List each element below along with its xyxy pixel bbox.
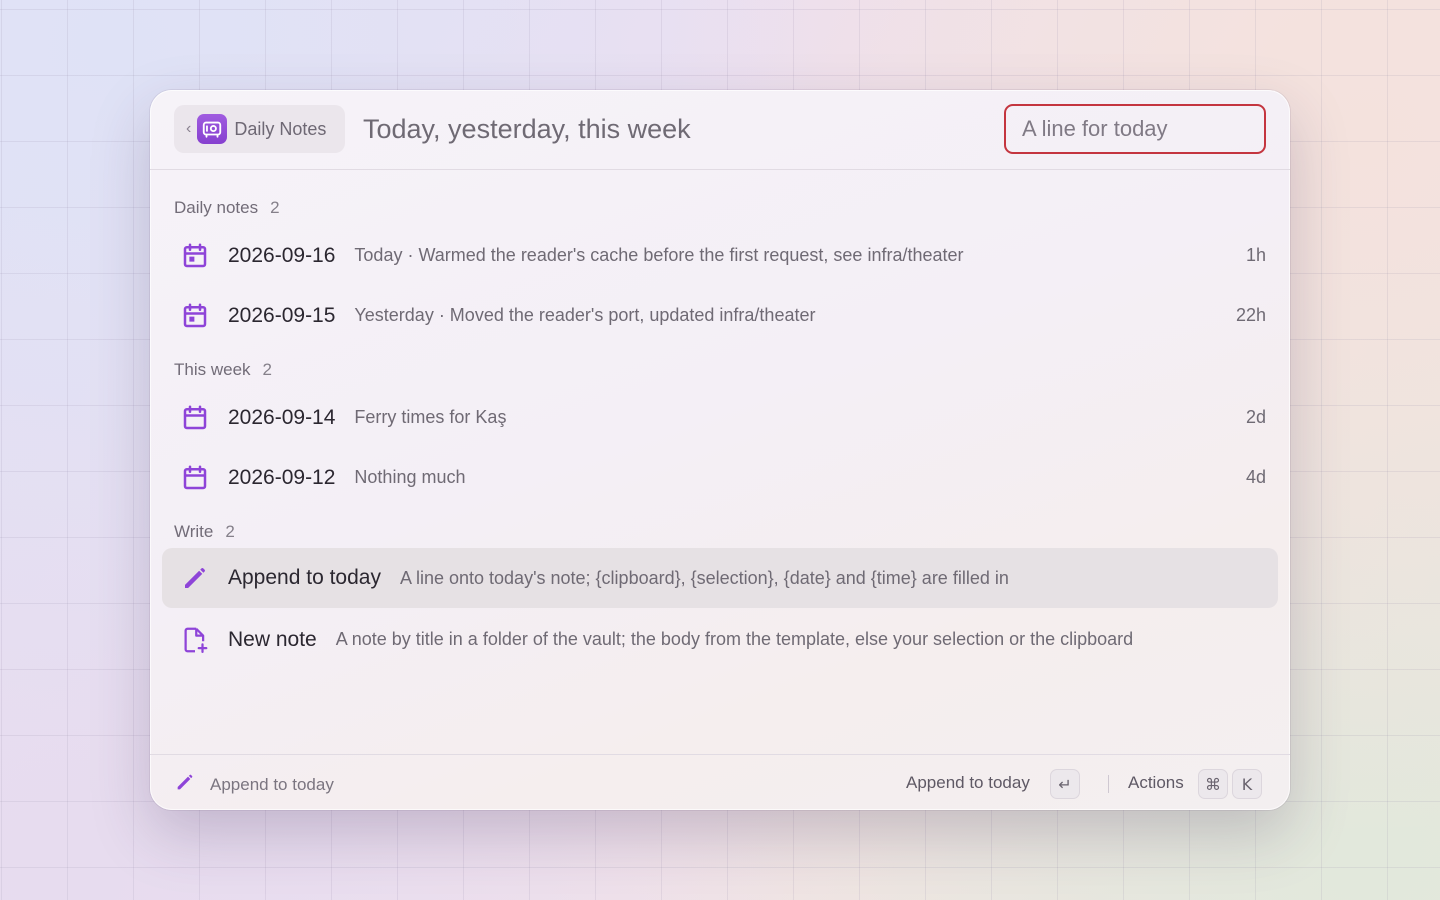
footer-divider: [1108, 775, 1109, 793]
section-label: Daily notes: [174, 198, 259, 217]
item-title: 2026-09-14: [228, 405, 336, 429]
calendar-icon: [178, 239, 212, 273]
calendar-icon: [178, 461, 212, 495]
section-count: 2: [270, 198, 280, 217]
section-header-daily-notes: Daily notes 2: [174, 198, 280, 218]
item-subtitle: Ferry times for Kaş: [354, 407, 507, 427]
section-label: Write: [174, 522, 214, 541]
safe-icon: [197, 114, 228, 144]
pencil-icon: [178, 561, 212, 595]
section-header-write: Write 2: [174, 522, 235, 542]
primary-action-button[interactable]: Append to today: [906, 773, 1030, 793]
new-document-icon: [178, 623, 212, 657]
list-item-selected[interactable]: Append to today A line onto today's note…: [162, 548, 1278, 608]
item-accessory: 2d: [1245, 407, 1266, 427]
launcher-window: ‹ Daily Notes Today, yesterday, this wee…: [150, 90, 1290, 810]
item-title: Append to today: [228, 566, 381, 589]
pencil-icon: [174, 771, 196, 798]
actions-button[interactable]: Actions: [1128, 773, 1184, 793]
action-bar: Append to today Append to today ↵ Action…: [150, 754, 1290, 810]
item-accessory: 4d: [1245, 467, 1266, 487]
extension-name: Daily Notes: [234, 118, 327, 139]
section-header-this-week: This week 2: [174, 360, 272, 380]
command-key-hint: ⌘: [1198, 769, 1228, 799]
search-input[interactable]: [1004, 104, 1266, 154]
section-count: 2: [262, 360, 272, 379]
item-title: 2026-09-15: [228, 303, 336, 327]
item-subtitle: Today · Warmed the reader's cache before…: [354, 245, 964, 265]
item-title: 2026-09-16: [228, 243, 336, 267]
footer-navigation: Append to today: [174, 771, 334, 798]
page-title: Today, yesterday, this week: [363, 114, 691, 144]
section-label: This week: [174, 360, 251, 379]
list-item[interactable]: New note A note by title in a folder of …: [162, 610, 1278, 669]
item-subtitle: A line onto today's note; {clipboard}, {…: [399, 567, 1009, 588]
footer-nav-label: Append to today: [210, 774, 334, 794]
back-breadcrumb[interactable]: ‹ Daily Notes: [174, 105, 345, 153]
list-item[interactable]: 2026-09-16 Today · Warmed the reader's c…: [162, 226, 1278, 285]
list-item[interactable]: 2026-09-14 Ferry times for Kaş 2d: [162, 388, 1278, 447]
list-item[interactable]: 2026-09-15 Yesterday · Moved the reader'…: [162, 286, 1278, 345]
k-key-hint: K: [1232, 769, 1262, 799]
header: ‹ Daily Notes Today, yesterday, this wee…: [150, 90, 1290, 170]
item-title: 2026-09-12: [228, 465, 336, 489]
item-subtitle: Yesterday · Moved the reader's port, upd…: [354, 305, 816, 325]
item-subtitle: Nothing much: [354, 467, 466, 487]
enter-key-hint: ↵: [1050, 769, 1080, 799]
calendar-icon: [178, 299, 212, 333]
section-count: 2: [225, 522, 235, 541]
list-item[interactable]: 2026-09-12 Nothing much 4d: [162, 448, 1278, 507]
item-title: New note: [228, 627, 317, 651]
item-subtitle: A note by title in a folder of the vault…: [335, 629, 1134, 649]
chevron-left-icon: ‹: [186, 120, 192, 137]
calendar-icon: [178, 401, 212, 435]
item-accessory: 1h: [1245, 245, 1266, 265]
item-accessory: 22h: [1235, 305, 1266, 325]
